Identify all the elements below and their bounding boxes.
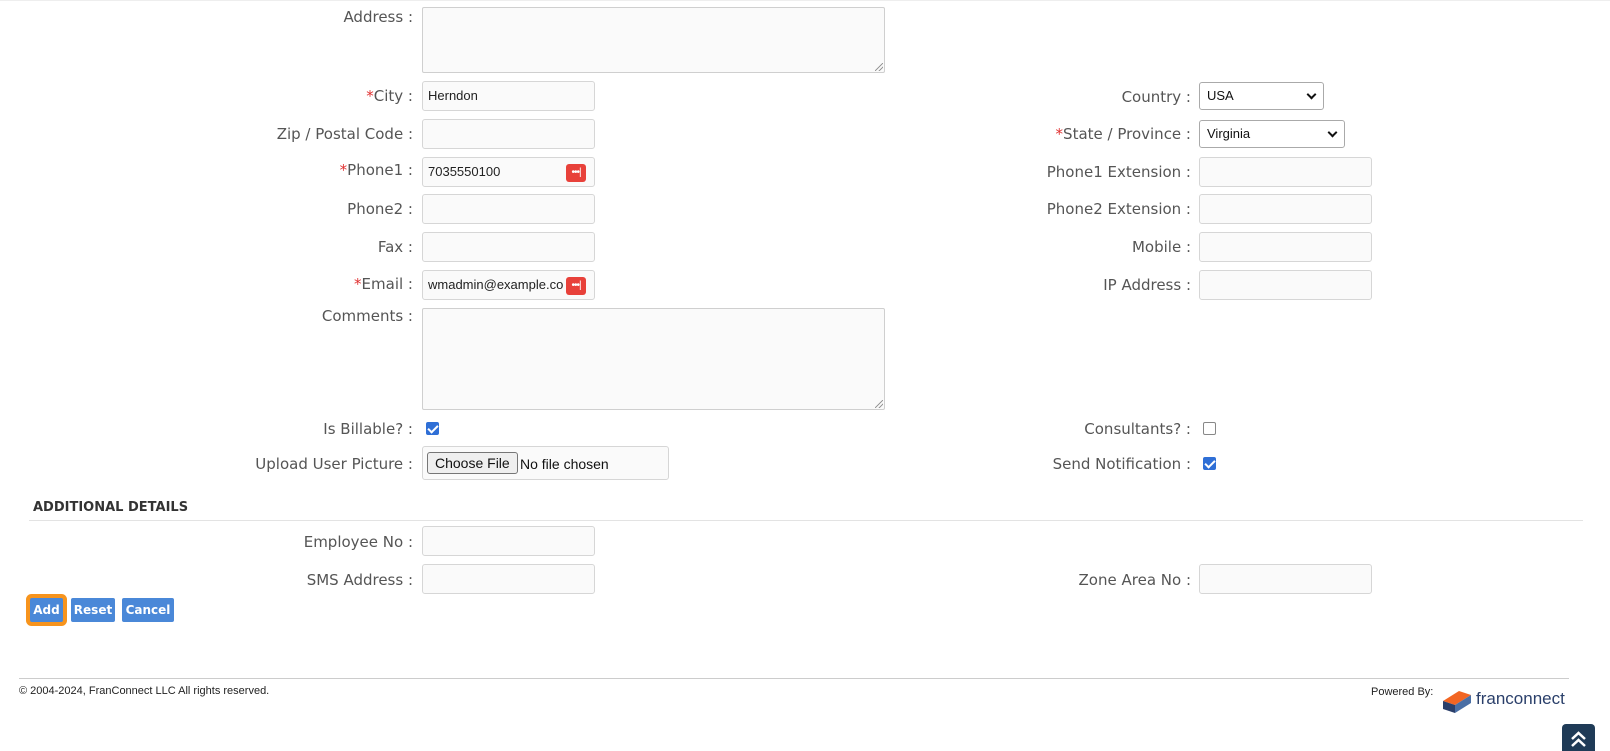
- address-label: Address :: [343, 8, 413, 26]
- email-input[interactable]: wmadmin@example.co •••|: [422, 270, 595, 300]
- ip-address-label: IP Address :: [1103, 276, 1191, 294]
- password-manager-icon[interactable]: •••|: [566, 277, 586, 295]
- is-billable-label: Is Billable? :: [323, 420, 413, 438]
- footer-divider: [19, 678, 1569, 679]
- email-label: *Email :: [354, 275, 413, 293]
- section-divider: [29, 520, 1583, 521]
- city-input[interactable]: Herndon: [422, 81, 595, 111]
- powered-by-text: Powered By:: [1371, 686, 1434, 698]
- sms-address-input[interactable]: [422, 564, 595, 594]
- fax-input[interactable]: [422, 232, 595, 262]
- fax-label: Fax :: [377, 238, 413, 256]
- country-label: Country :: [1121, 88, 1191, 106]
- file-status-text: No file chosen: [520, 456, 609, 472]
- resize-grip-icon[interactable]: [875, 400, 883, 408]
- phone1-extension-label: Phone1 Extension :: [1046, 163, 1191, 181]
- zone-area-no-input[interactable]: [1199, 564, 1372, 594]
- phone1-label: *Phone1 :: [339, 161, 413, 179]
- franconnect-logo-icon: [1443, 691, 1471, 713]
- phone2-extension-input[interactable]: [1199, 194, 1372, 224]
- zip-input[interactable]: [422, 119, 595, 149]
- comments-label: Comments :: [321, 307, 413, 325]
- phone2-input[interactable]: [422, 194, 595, 224]
- password-manager-icon[interactable]: •••|: [566, 164, 586, 182]
- city-label: *City :: [366, 87, 413, 105]
- top-divider: [0, 0, 1610, 1]
- add-button[interactable]: Add: [30, 598, 63, 622]
- mobile-input[interactable]: [1199, 232, 1372, 262]
- additional-details-heading: ADDITIONAL DETAILS: [33, 500, 189, 515]
- double-chevron-up-icon: [1571, 731, 1586, 747]
- upload-picture-field: Choose File No file chosen: [422, 446, 669, 480]
- franconnect-logo[interactable]: franconnect: [1441, 683, 1571, 715]
- consultants-checkbox[interactable]: [1203, 422, 1216, 435]
- chevron-down-icon: [1327, 127, 1338, 138]
- country-select[interactable]: USA: [1199, 82, 1324, 110]
- phone1-input[interactable]: 7035550100 •••|: [422, 157, 595, 187]
- scroll-to-top-button[interactable]: [1562, 724, 1595, 751]
- phone2-label: Phone2 :: [347, 200, 413, 218]
- cancel-button[interactable]: Cancel: [122, 598, 174, 622]
- employee-no-label: Employee No :: [303, 533, 413, 551]
- state-select[interactable]: Virginia: [1199, 120, 1345, 148]
- copyright-text: © 2004-2024, FranConnect LLC All rights …: [19, 685, 270, 697]
- reset-button[interactable]: Reset: [71, 598, 115, 622]
- mobile-label: Mobile :: [1131, 238, 1191, 256]
- resize-grip-icon[interactable]: [875, 63, 883, 71]
- sms-address-label: SMS Address :: [306, 571, 413, 589]
- is-billable-checkbox[interactable]: [426, 422, 439, 435]
- state-label: *State / Province :: [1055, 125, 1191, 143]
- phone1-extension-input[interactable]: [1199, 157, 1372, 187]
- phone2-extension-label: Phone2 Extension :: [1046, 200, 1191, 218]
- chevron-down-icon: [1306, 89, 1317, 100]
- zone-area-no-label: Zone Area No :: [1078, 571, 1191, 589]
- upload-picture-label: Upload User Picture :: [255, 455, 413, 473]
- ip-address-input[interactable]: [1199, 270, 1372, 300]
- send-notification-checkbox[interactable]: [1203, 457, 1216, 470]
- brand-name: franconnect: [1476, 689, 1565, 708]
- send-notification-label: Send Notification :: [1052, 455, 1191, 473]
- zip-label: Zip / Postal Code :: [276, 125, 413, 143]
- address-textarea[interactable]: [422, 7, 885, 73]
- consultants-label: Consultants? :: [1084, 420, 1191, 438]
- choose-file-button[interactable]: Choose File: [427, 452, 518, 474]
- comments-textarea[interactable]: [422, 308, 885, 410]
- employee-no-input[interactable]: [422, 526, 595, 556]
